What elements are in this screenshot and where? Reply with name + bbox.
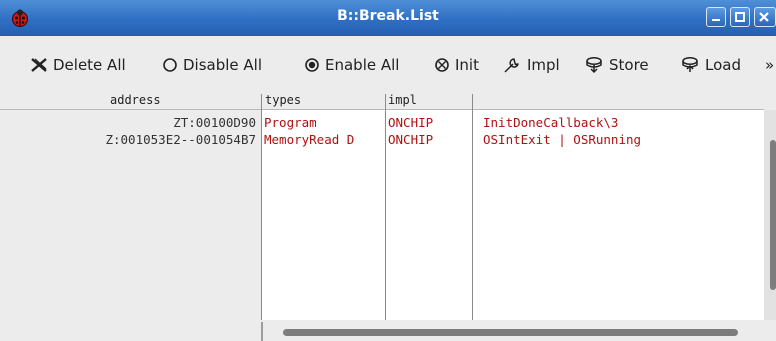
row-1-action[interactable]: InitDoneCallback\3 <box>483 115 618 130</box>
disable-all-button[interactable]: Disable All <box>162 54 262 76</box>
overflow-label: » <box>765 56 775 74</box>
maximize-button[interactable] <box>730 7 750 27</box>
close-icon <box>759 12 769 22</box>
column-header-impl[interactable]: impl <box>388 92 417 109</box>
breakpoint-table: address types impl ZT:00100D90 Program O… <box>0 92 776 341</box>
minimize-button[interactable] <box>706 7 726 27</box>
delete-all-button[interactable]: Delete All <box>30 54 126 76</box>
toolbar-overflow-button[interactable]: » <box>765 54 774 76</box>
row-1-types[interactable]: Program <box>264 115 317 130</box>
window-title: B::Break.List <box>337 8 439 24</box>
title-bar[interactable]: B::Break.List <box>0 0 776 37</box>
close-button[interactable] <box>754 7 776 27</box>
enable-all-label: Enable All <box>325 56 400 74</box>
load-disk-icon <box>682 57 698 72</box>
column-header-types[interactable]: types <box>265 92 302 109</box>
row-2-action[interactable]: OSIntExit | OSRunning <box>483 132 641 147</box>
toolbar: Delete All Disable All Enable All Init I… <box>0 36 776 92</box>
wrench-icon <box>504 58 519 73</box>
maximize-icon <box>735 12 745 22</box>
delete-all-label: Delete All <box>53 56 126 74</box>
column-divider[interactable] <box>261 94 262 320</box>
impl-button[interactable]: Impl <box>502 54 560 76</box>
init-label: Init <box>455 56 479 74</box>
impl-label: Impl <box>527 56 560 74</box>
row-1-impl[interactable]: ONCHIP <box>388 115 433 130</box>
crossed-circle-icon <box>435 58 449 72</box>
row-1-address[interactable]: ZT:00100D90 <box>0 115 256 130</box>
store-disk-icon <box>586 57 602 74</box>
row-2-address[interactable]: Z:001053E2--001054B7 <box>0 132 256 147</box>
minimize-icon <box>712 19 720 21</box>
vertical-scroll-thumb[interactable] <box>770 140 776 290</box>
column-header-address[interactable]: address <box>110 92 161 109</box>
init-button[interactable]: Init <box>434 54 479 76</box>
column-divider[interactable] <box>472 94 473 320</box>
row-2-types[interactable]: MemoryRead D <box>264 132 354 147</box>
store-label: Store <box>609 56 649 74</box>
horizontal-scroll-thumb[interactable] <box>283 329 738 336</box>
column-divider[interactable] <box>385 94 386 320</box>
disable-all-label: Disable All <box>183 56 263 74</box>
store-button[interactable]: Store <box>584 54 649 76</box>
horizontal-scroll-edge <box>261 322 263 341</box>
enable-all-button[interactable]: Enable All <box>304 54 399 76</box>
load-button[interactable]: Load <box>680 54 741 76</box>
filled-circle-icon <box>305 58 319 72</box>
row-2-impl[interactable]: ONCHIP <box>388 132 433 147</box>
delete-cross-icon <box>31 58 47 72</box>
load-label: Load <box>705 56 741 74</box>
empty-circle-icon <box>163 58 177 72</box>
